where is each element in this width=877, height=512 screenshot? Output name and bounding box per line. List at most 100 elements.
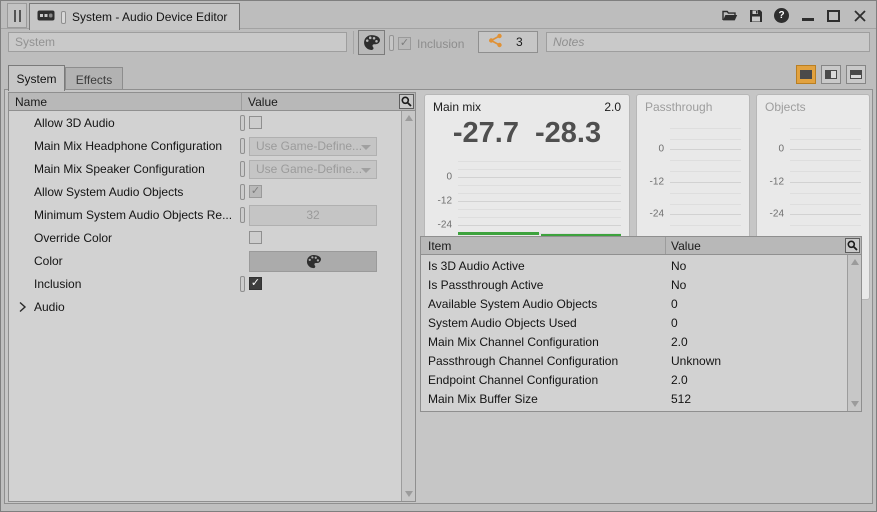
device-info-item: Available System Audio Objects bbox=[428, 295, 597, 314]
reference-count: 3 bbox=[516, 35, 523, 49]
expander-icon[interactable] bbox=[18, 301, 27, 316]
view-split-horizontal-button[interactable] bbox=[846, 65, 866, 84]
device-info-item: Is Passthrough Active bbox=[428, 276, 543, 295]
link-handle[interactable] bbox=[240, 138, 245, 154]
device-info-row: Main Mix Channel Configuration2.0 bbox=[421, 333, 847, 352]
property-name: Main Mix Speaker Configuration bbox=[34, 158, 205, 181]
property-row: Allow 3D Audio bbox=[9, 112, 401, 135]
device-info-value: 0 bbox=[671, 295, 678, 314]
search-icon[interactable] bbox=[399, 94, 414, 109]
device-info-rows: Is 3D Audio ActiveNoIs Passthrough Activ… bbox=[421, 257, 847, 411]
scroll-up-icon[interactable] bbox=[405, 115, 413, 121]
device-info-item: Passthrough Channel Configuration bbox=[428, 352, 618, 371]
meter-gridline bbox=[790, 182, 861, 183]
device-info-row: System Audio Objects Used0 bbox=[421, 314, 847, 333]
meter-gridline bbox=[790, 193, 861, 194]
view-split-vertical-button[interactable] bbox=[821, 65, 841, 84]
column-divider[interactable] bbox=[241, 93, 242, 110]
checkbox[interactable]: ✓ bbox=[249, 185, 262, 198]
chevron-down-icon bbox=[361, 145, 371, 150]
meter-panel-head: Passthrough bbox=[637, 95, 749, 114]
column-value[interactable]: Value bbox=[671, 239, 701, 253]
checkbox[interactable]: ✓ bbox=[249, 277, 262, 290]
checkbox[interactable] bbox=[249, 231, 262, 244]
link-handle[interactable] bbox=[389, 35, 394, 51]
device-info-item: Main Mix Buffer Size bbox=[428, 390, 538, 409]
device-info-value: No bbox=[671, 257, 686, 276]
link-handle[interactable] bbox=[240, 115, 245, 131]
scroll-down-icon[interactable] bbox=[851, 401, 859, 407]
peak-value: -28.3 bbox=[535, 117, 601, 150]
color-button[interactable] bbox=[249, 251, 377, 272]
column-value[interactable]: Value bbox=[248, 95, 278, 109]
scroll-up-icon[interactable] bbox=[851, 259, 859, 265]
peak-value: -27.7 bbox=[453, 117, 519, 150]
maximize-icon[interactable] bbox=[825, 7, 842, 24]
device-info-scrollbar[interactable] bbox=[847, 255, 861, 411]
checkbox[interactable] bbox=[249, 116, 262, 129]
property-row: Override Color bbox=[9, 227, 401, 250]
property-table: Name Value Allow 3D AudioMain Mix Headph… bbox=[8, 92, 416, 502]
link-handle[interactable] bbox=[240, 207, 245, 223]
meter-scale-label: -12 bbox=[432, 196, 452, 207]
value-input[interactable]: 32 bbox=[249, 205, 377, 226]
property-name: Override Color bbox=[34, 227, 112, 250]
dropdown[interactable]: Use Game-Define... bbox=[249, 137, 377, 156]
device-info-value: Unknown bbox=[671, 352, 721, 371]
color-palette-button[interactable] bbox=[358, 30, 385, 55]
meter-scale-label: -12 bbox=[644, 176, 664, 187]
property-row: Allow System Audio Objects✓ bbox=[9, 181, 401, 204]
save-icon[interactable] bbox=[747, 7, 764, 24]
editor-tab-title: System - Audio Device Editor bbox=[72, 10, 227, 24]
property-name: Minimum System Audio Objects Re... bbox=[34, 204, 232, 227]
help-icon[interactable]: ? bbox=[773, 7, 790, 24]
editor-tab[interactable]: System - Audio Device Editor bbox=[29, 3, 240, 30]
pin-icon[interactable] bbox=[61, 11, 66, 24]
meter-scale-label: 0 bbox=[432, 172, 452, 183]
property-name: Color bbox=[34, 250, 63, 273]
meter-title: Passthrough bbox=[645, 100, 712, 114]
meter-scale-label: -24 bbox=[644, 209, 664, 220]
link-handle[interactable] bbox=[240, 276, 245, 292]
device-info-row: Is 3D Audio ActiveNo bbox=[421, 257, 847, 276]
device-info-value: 2.0 bbox=[671, 333, 688, 352]
tab-effects[interactable]: Effects bbox=[65, 67, 123, 91]
column-name[interactable]: Name bbox=[15, 95, 47, 109]
object-name-input[interactable]: System bbox=[8, 32, 347, 52]
tab-system[interactable]: System bbox=[8, 65, 65, 91]
scroll-down-icon[interactable] bbox=[405, 491, 413, 497]
property-name: Inclusion bbox=[34, 273, 81, 296]
search-icon[interactable] bbox=[845, 238, 860, 253]
column-item[interactable]: Item bbox=[428, 239, 451, 253]
channel-config-value: 2.0 bbox=[604, 100, 621, 114]
minimize-icon[interactable] bbox=[799, 7, 816, 24]
references-button[interactable]: 3 bbox=[478, 31, 538, 53]
open-icon[interactable] bbox=[721, 7, 738, 24]
window-controls: ? bbox=[721, 7, 868, 24]
property-row: Audio bbox=[9, 296, 401, 319]
meter-gridline bbox=[790, 139, 861, 140]
device-info-row: Main Mix Buffer Size512 bbox=[421, 390, 847, 409]
meter-gridline bbox=[790, 171, 861, 172]
device-info-row: Available System Audio Objects 0 bbox=[421, 295, 847, 314]
property-row: Main Mix Speaker Configuration Use Game-D… bbox=[9, 158, 401, 181]
meter-gridline bbox=[670, 225, 741, 226]
notes-input[interactable]: Notes bbox=[546, 32, 870, 52]
close-icon[interactable] bbox=[851, 7, 868, 24]
toolbar: System ✓ Inclusion 3 Notes bbox=[1, 29, 876, 58]
meter-peak-line bbox=[458, 232, 539, 235]
audio-device-icon bbox=[37, 10, 55, 24]
view-single-pane-button[interactable] bbox=[796, 65, 816, 84]
property-name: Audio bbox=[34, 296, 65, 319]
meter-title: Objects bbox=[765, 100, 806, 114]
link-handle[interactable] bbox=[240, 184, 245, 200]
property-table-scrollbar[interactable] bbox=[401, 111, 415, 501]
meter-gridline bbox=[790, 204, 861, 205]
device-info-item: Endpoint Channel Configuration bbox=[428, 371, 598, 390]
link-handle[interactable] bbox=[240, 161, 245, 177]
column-divider[interactable] bbox=[665, 237, 666, 254]
palette-icon bbox=[306, 254, 321, 269]
dropdown[interactable]: Use Game-Define... bbox=[249, 160, 377, 179]
inclusion-checkbox-toolbar[interactable]: ✓ bbox=[398, 37, 411, 50]
dock-handle[interactable] bbox=[7, 3, 27, 28]
